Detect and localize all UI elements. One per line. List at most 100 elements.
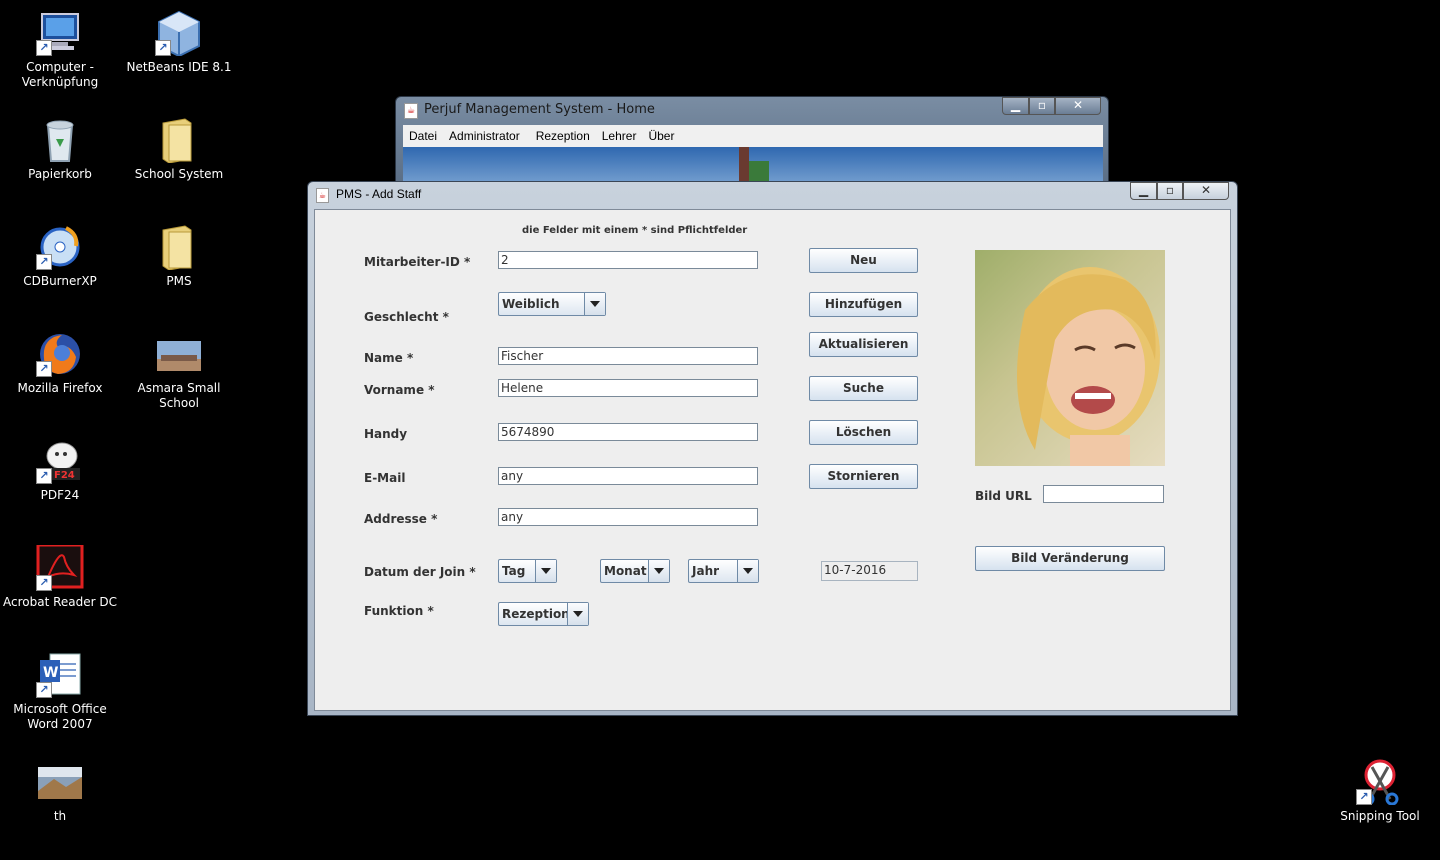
- desktop-icon-label: Papierkorb: [28, 167, 92, 181]
- firefox-icon: ↗: [36, 331, 84, 377]
- svg-text:W: W: [43, 665, 58, 681]
- recycle-bin-icon: [36, 117, 84, 163]
- close-button[interactable]: ✕: [1183, 182, 1229, 200]
- desktop-icon-label: CDBurnerXP: [23, 274, 97, 288]
- desktop-icon-firefox[interactable]: ↗ Mozilla Firefox: [0, 331, 120, 396]
- desktop-icon-netbeans[interactable]: ↗ NetBeans IDE 8.1: [119, 10, 239, 75]
- desktop-icon-cdburner[interactable]: ↗ CDBurnerXP: [0, 224, 120, 289]
- desktop-icon-school-system[interactable]: School System: [119, 117, 239, 182]
- jahr-select[interactable]: Jahr: [688, 559, 759, 583]
- stornieren-button[interactable]: Stornieren: [809, 464, 918, 489]
- desktop-icon-acrobat[interactable]: ↗ Acrobat Reader DC: [0, 543, 120, 610]
- label-handy: Handy: [364, 427, 408, 441]
- desktop-icon-asmara-small-school[interactable]: Asmara Small School: [119, 331, 239, 411]
- desktop-icon-pms[interactable]: PMS: [119, 224, 239, 289]
- maximize-button[interactable]: ▫: [1029, 97, 1055, 115]
- desktop-icon-label: PMS: [166, 274, 192, 288]
- acrobat-icon: ↗: [36, 543, 84, 591]
- cdburner-icon: ↗: [36, 224, 84, 270]
- label-vorname: Vorname *: [364, 383, 435, 397]
- chevron-down-icon[interactable]: [737, 560, 758, 582]
- chevron-down-icon[interactable]: [567, 603, 588, 625]
- bild-veraenderung-button[interactable]: Bild Veränderung: [975, 546, 1165, 571]
- suche-button[interactable]: Suche: [809, 376, 918, 401]
- close-button[interactable]: ✕: [1055, 97, 1101, 115]
- menu-ueber[interactable]: Über: [642, 125, 680, 147]
- hinzufuegen-button[interactable]: Hinzufügen: [809, 292, 918, 317]
- desktop-icon-label: Microsoft Office Word 2007: [13, 702, 107, 731]
- minimize-button[interactable]: ▁: [1002, 97, 1029, 115]
- label-name: Name *: [364, 351, 414, 365]
- desktop-icon-label: Asmara Small School: [137, 381, 221, 410]
- geschlecht-value: Weiblich: [502, 297, 560, 311]
- photo-icon: [155, 331, 203, 377]
- desktop-icon-label: Acrobat Reader DC: [3, 595, 117, 609]
- desktop-icon-label: Computer - Verknüpfung: [21, 60, 99, 89]
- window-title: PMS - Add Staff: [336, 187, 422, 201]
- window-controls: ▁ ▫ ✕: [1002, 97, 1101, 115]
- desktop-icon-label: NetBeans IDE 8.1: [126, 60, 232, 74]
- desktop-icon-recycle-bin[interactable]: Papierkorb: [0, 117, 120, 182]
- label-bild-url: Bild URL: [975, 489, 1032, 503]
- java-app-icon: ☕: [316, 188, 329, 203]
- desktop-icon-label: Mozilla Firefox: [17, 381, 103, 395]
- monat-select[interactable]: Monat: [600, 559, 670, 583]
- netbeans-icon: ↗: [155, 10, 203, 58]
- chevron-down-icon[interactable]: [584, 293, 605, 315]
- desktop-icon-pdf24[interactable]: F24 ↗ PDF24: [0, 438, 120, 503]
- menu-rezeption[interactable]: Rezeption: [530, 125, 596, 147]
- menu-bar: Datei Administrator Rezeption Lehrer Übe…: [403, 125, 1103, 147]
- label-addresse: Addresse *: [364, 512, 438, 526]
- label-geschlecht: Geschlecht *: [364, 310, 449, 324]
- folder-icon: [155, 117, 203, 164]
- desktop-icon-label: School System: [134, 167, 224, 181]
- add-staff-window[interactable]: ☕ PMS - Add Staff ▁ ▫ ✕ die Felder mit e…: [307, 181, 1238, 716]
- mitarbeiter-id-field[interactable]: 2: [498, 251, 758, 269]
- chevron-down-icon[interactable]: [535, 560, 556, 582]
- menu-administrator[interactable]: Administrator: [443, 125, 530, 147]
- aktualisieren-button[interactable]: Aktualisieren: [809, 332, 918, 357]
- add-staff-form: die Felder mit einem * sind Pflichtfelde…: [314, 209, 1231, 711]
- snipping-tool-icon: ↗: [1356, 759, 1404, 806]
- datum-display-field: 10-7-2016: [821, 561, 918, 581]
- window-title: Perjuf Management System - Home: [424, 102, 655, 117]
- svg-text:F24: F24: [54, 470, 75, 481]
- photo-icon: [36, 759, 84, 805]
- desktop-icon-th[interactable]: th: [0, 759, 120, 824]
- desktop-icon-snipping-tool[interactable]: ↗ Snipping Tool: [1320, 759, 1440, 824]
- java-app-icon: ☕: [404, 103, 418, 119]
- desktop-icon-label: PDF24: [40, 488, 80, 502]
- menu-datei[interactable]: Datei: [403, 125, 443, 147]
- tag-value: Tag: [502, 564, 526, 578]
- funktion-value: Rezeption: [502, 607, 570, 621]
- desktop-icon-computer[interactable]: ↗ Computer - Verknüpfung: [0, 10, 120, 90]
- desktop-icon-label: th: [53, 809, 67, 823]
- label-email: E-Mail: [364, 471, 406, 485]
- monat-value: Monat: [604, 564, 647, 578]
- desktop-icon-label: Snipping Tool: [1340, 809, 1420, 823]
- neu-button[interactable]: Neu: [809, 248, 918, 273]
- desktop-icon-word[interactable]: W ↗ Microsoft Office Word 2007: [0, 652, 120, 732]
- bild-url-field[interactable]: [1043, 485, 1164, 503]
- pdf24-icon: F24 ↗: [36, 438, 84, 484]
- loeschen-button[interactable]: Löschen: [809, 420, 918, 445]
- funktion-select[interactable]: Rezeption: [498, 602, 589, 626]
- label-datum-der-join: Datum der Join *: [364, 565, 476, 579]
- tag-select[interactable]: Tag: [498, 559, 557, 583]
- jahr-value: Jahr: [692, 564, 720, 578]
- chevron-down-icon[interactable]: [648, 560, 669, 582]
- name-field[interactable]: Fischer: [498, 347, 758, 365]
- email-field[interactable]: any: [498, 467, 758, 485]
- maximize-button[interactable]: ▫: [1157, 182, 1183, 200]
- geschlecht-select[interactable]: Weiblich: [498, 292, 606, 316]
- menu-lehrer[interactable]: Lehrer: [596, 125, 643, 147]
- required-fields-hint: die Felder mit einem * sind Pflichtfelde…: [522, 225, 748, 236]
- minimize-button[interactable]: ▁: [1130, 182, 1157, 200]
- handy-field[interactable]: 5674890: [498, 423, 758, 441]
- staff-photo: [975, 250, 1165, 466]
- vorname-field[interactable]: Helene: [498, 379, 758, 397]
- window-controls: ▁ ▫ ✕: [1130, 182, 1229, 200]
- computer-icon: ↗: [36, 10, 84, 56]
- addresse-field[interactable]: any: [498, 508, 758, 526]
- label-funktion: Funktion *: [364, 604, 434, 618]
